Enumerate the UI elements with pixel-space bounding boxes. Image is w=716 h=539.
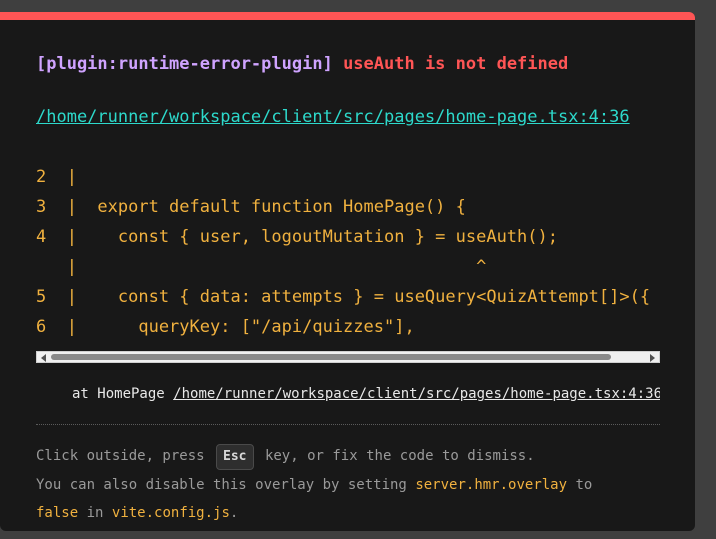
setting-name: server.hmr.overlay	[415, 477, 568, 493]
esc-key-badge: Esc	[216, 444, 254, 470]
code-frame-scrollbar[interactable]	[36, 351, 660, 363]
code-line: 2 |	[36, 167, 77, 187]
plugin-name: [plugin:runtime-error-plugin]	[36, 54, 333, 74]
stack-trace: at HomePage /home/runner/workspace/clien…	[72, 386, 660, 402]
scroll-right-arrow-icon[interactable]	[650, 354, 655, 362]
error-message: [plugin:runtime-error-plugin] useAuth is…	[36, 54, 568, 74]
divider	[36, 424, 660, 425]
scroll-left-arrow-icon[interactable]	[41, 354, 46, 362]
code-line: 4 | const { user, logoutMutation } = use…	[36, 227, 558, 247]
tip-text: .	[229, 505, 239, 521]
stack-prefix: at HomePage	[72, 386, 165, 402]
disable-tip-continued: false in vite.config.js.	[36, 505, 238, 521]
code-frame[interactable]: 2 | 3 | export default function HomePage…	[36, 162, 660, 350]
code-line: 6 | queryKey: ["/api/quizzes"],	[36, 317, 415, 337]
tip-text: to	[575, 477, 593, 493]
disable-tip: You can also disable this overlay by set…	[36, 477, 592, 493]
code-line: 3 | export default function HomePage() {	[36, 197, 466, 217]
tip-text: key, or fix the code to dismiss.	[264, 448, 535, 464]
dismiss-tip: Click outside, press Esc key, or fix the…	[36, 444, 535, 470]
tip-text: Click outside, press	[36, 448, 205, 464]
error-file-link[interactable]: /home/runner/workspace/client/src/pages/…	[36, 102, 666, 132]
tip-text: You can also disable this overlay by set…	[36, 477, 407, 493]
tip-text: in	[86, 505, 104, 521]
scroll-thumb[interactable]	[51, 354, 611, 360]
setting-value: false	[36, 505, 79, 521]
code-line: 5 | const { data: attempts } = useQuery<…	[36, 287, 651, 307]
stack-file-link[interactable]: /home/runner/workspace/client/src/pages/…	[173, 386, 660, 402]
code-line-caret: | ^	[36, 257, 487, 277]
error-text: useAuth is not defined	[343, 54, 569, 74]
config-file-name: vite.config.js	[111, 505, 230, 521]
error-overlay-window: [plugin:runtime-error-plugin] useAuth is…	[0, 12, 695, 531]
